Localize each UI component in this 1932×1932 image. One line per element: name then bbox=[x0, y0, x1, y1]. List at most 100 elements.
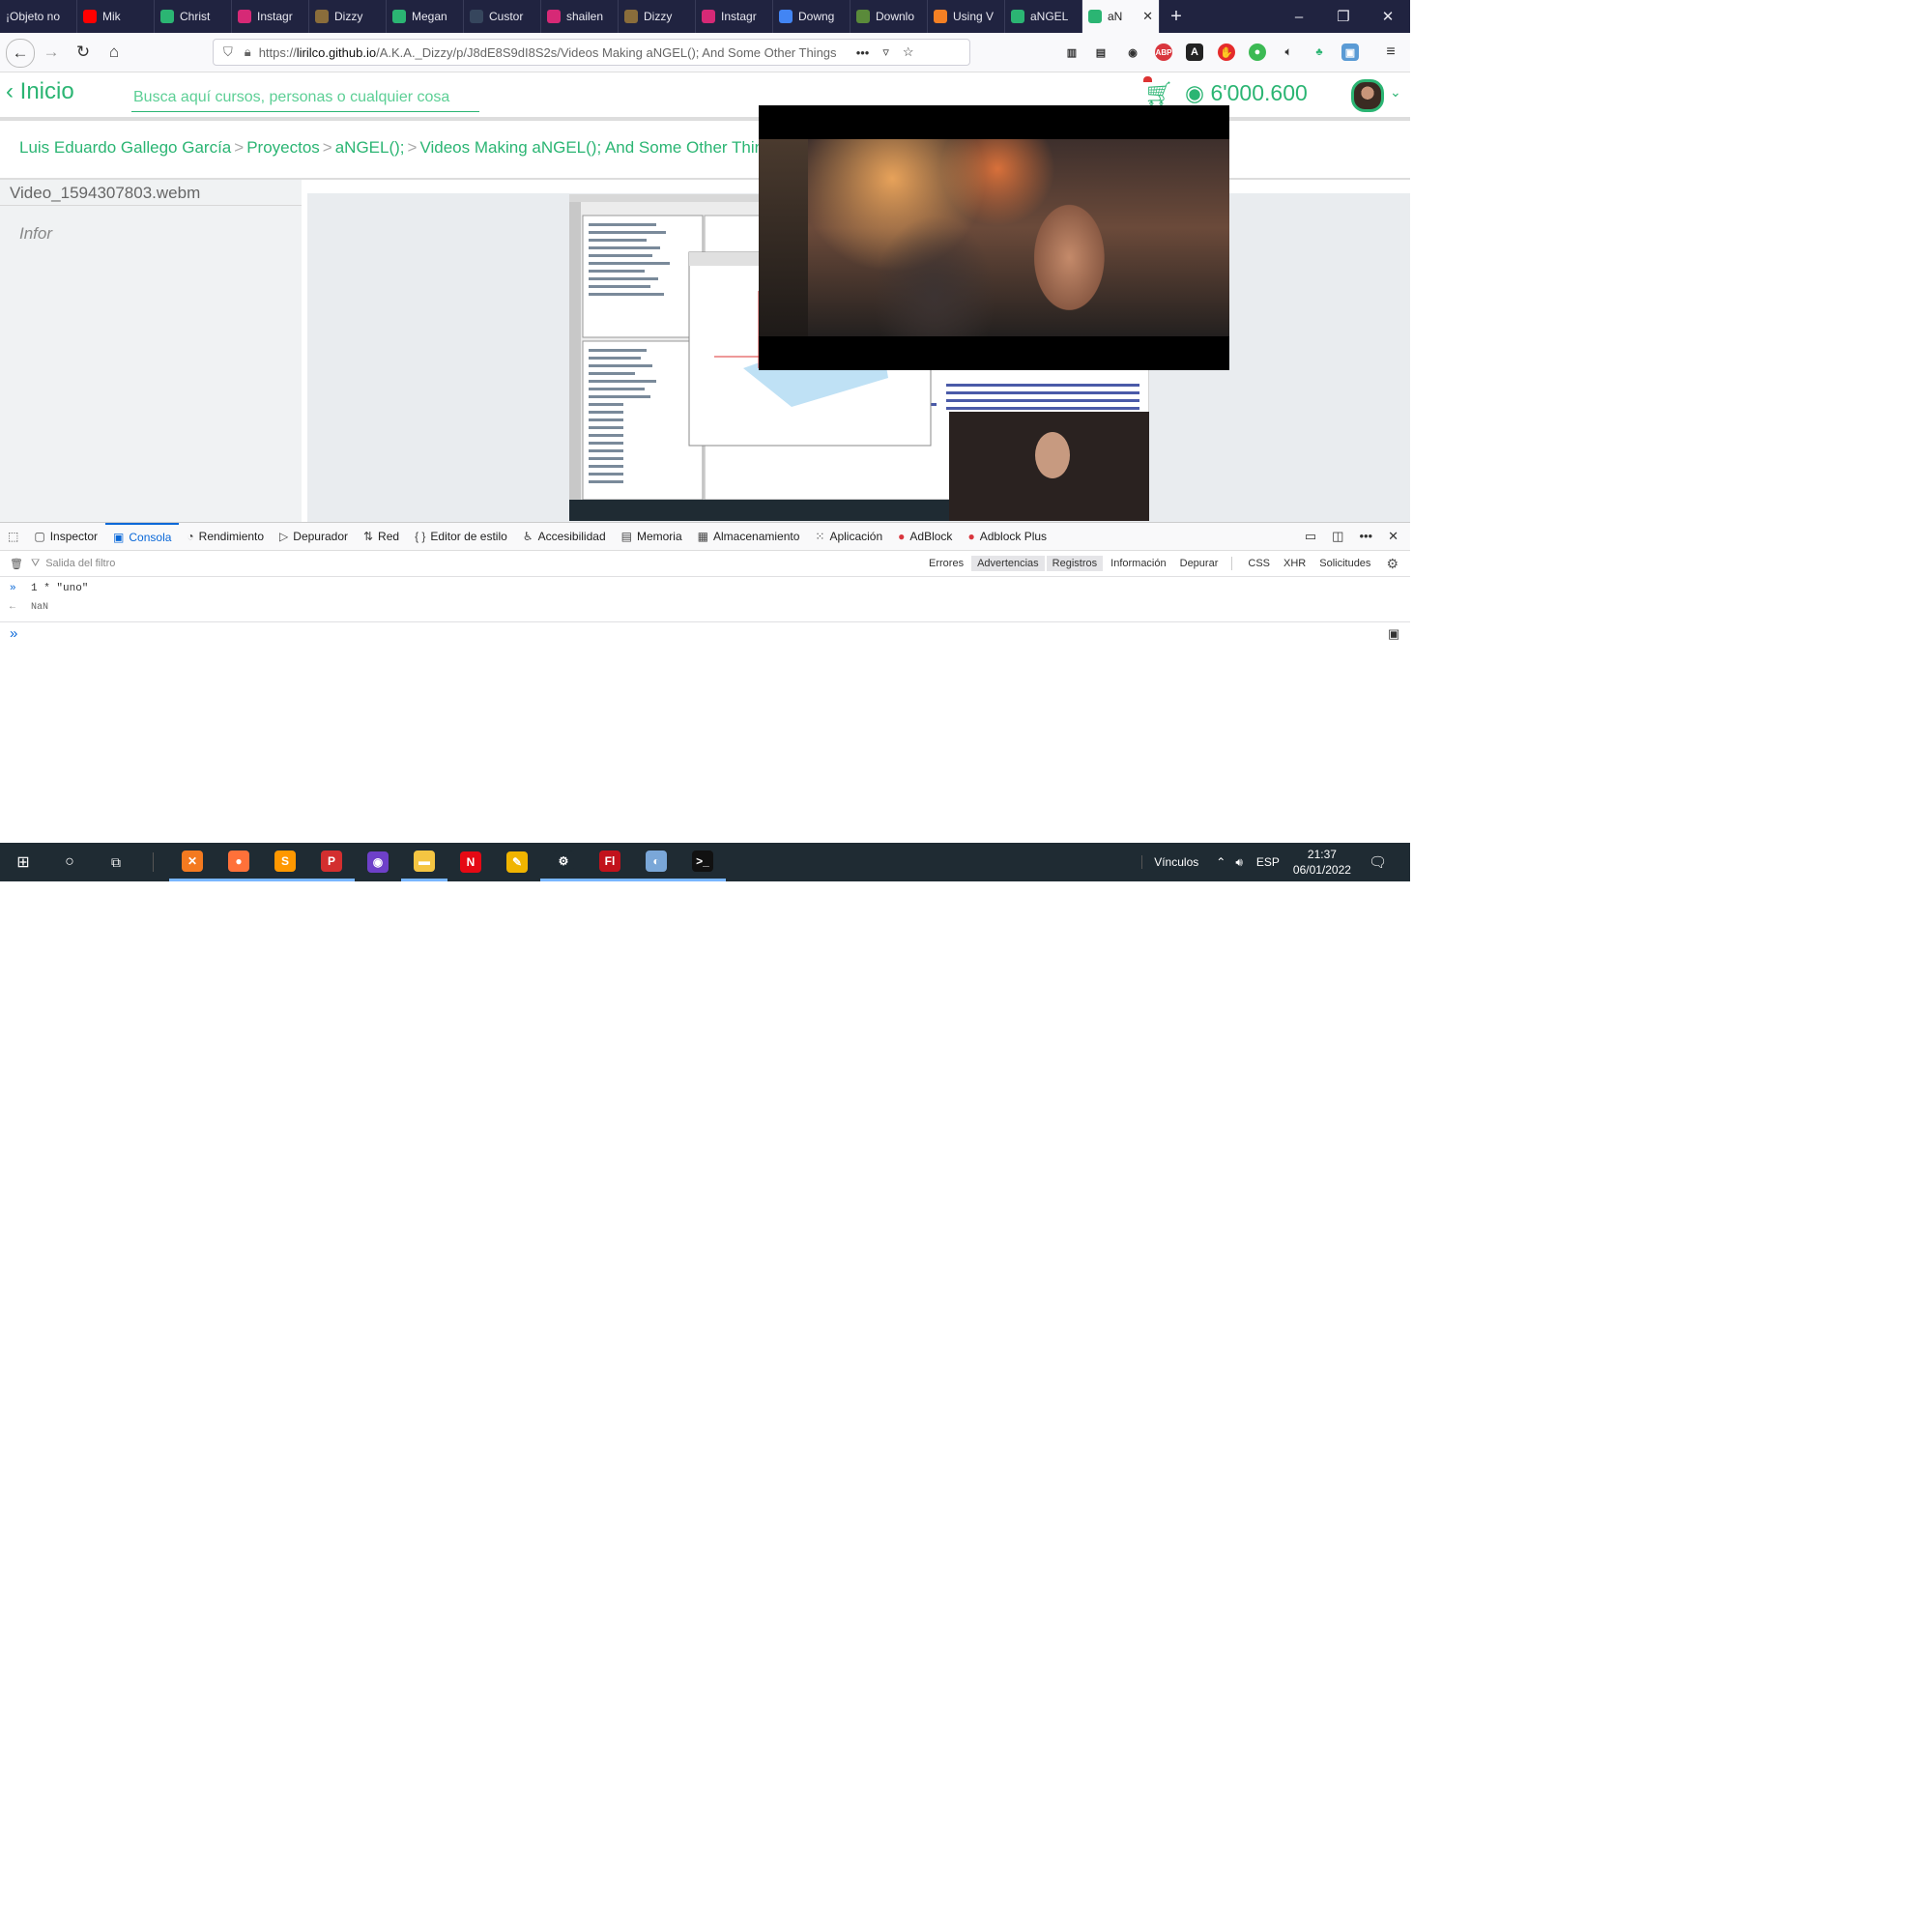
windows-start-icon[interactable]: ⊞ bbox=[0, 843, 46, 881]
avatar[interactable] bbox=[1351, 79, 1384, 112]
browser-tab[interactable]: Dizzy bbox=[619, 0, 696, 33]
close-tab-icon[interactable]: ✕ bbox=[1142, 9, 1153, 24]
account-icon[interactable]: ◉ bbox=[1124, 43, 1141, 61]
xampp-icon[interactable]: ✕ bbox=[169, 843, 216, 881]
browser-tab[interactable]: Custor bbox=[464, 0, 541, 33]
element-picker-icon[interactable]: ⬚ bbox=[0, 523, 26, 550]
browser-tab[interactable]: aNGEL bbox=[1005, 0, 1082, 33]
firefox-icon[interactable]: ● bbox=[216, 843, 262, 881]
language-indicator[interactable]: ESP bbox=[1256, 855, 1280, 869]
github-icon[interactable]: ◉ bbox=[355, 843, 401, 881]
devtools-tab-depurador[interactable]: ▷ Depurador bbox=[272, 523, 356, 550]
filter-solicitudes[interactable]: Solicitudes bbox=[1313, 556, 1376, 571]
filter-xhr[interactable]: XHR bbox=[1278, 556, 1312, 571]
sublime-icon[interactable]: S bbox=[262, 843, 308, 881]
browser-tab[interactable]: Mik bbox=[77, 0, 155, 33]
pencil-icon[interactable]: ✎ bbox=[494, 843, 540, 881]
console-filter-input[interactable] bbox=[43, 557, 338, 570]
settings-gear-icon[interactable]: ⚙ bbox=[1386, 556, 1399, 572]
picture-in-picture-video[interactable] bbox=[759, 105, 1229, 370]
devtools-tab-red[interactable]: ⇅ Red bbox=[356, 523, 407, 550]
text-extension-icon[interactable]: A bbox=[1186, 43, 1203, 61]
url-bar[interactable]: ⛉ 🔒︎ https://lirilco.github.io/A.K.A._Di… bbox=[213, 39, 970, 66]
sidebar-icon[interactable]: ▤ bbox=[1092, 43, 1110, 61]
chevron-up-icon[interactable]: ⌃ bbox=[1216, 855, 1226, 869]
browser-tab[interactable]: Instagr bbox=[232, 0, 309, 33]
split-console-icon[interactable]: ◫ bbox=[1332, 529, 1343, 544]
links-toolbar[interactable]: Vínculos bbox=[1141, 855, 1198, 869]
volume-icon[interactable]: 🔊︎ bbox=[1235, 855, 1243, 870]
restore-button[interactable]: ❐ bbox=[1321, 0, 1366, 33]
close-devtools-icon[interactable]: ✕ bbox=[1388, 529, 1399, 544]
devtools-tab-accesibilidad[interactable]: ♿︎ Accesibilidad bbox=[515, 523, 614, 550]
adblock-extension-icon[interactable]: ✋ bbox=[1218, 43, 1235, 61]
back-arrow-icon[interactable]: ← bbox=[6, 39, 35, 68]
filter-información[interactable]: Información bbox=[1105, 556, 1171, 571]
filter-errores[interactable]: Errores bbox=[923, 556, 969, 571]
new-tab-button[interactable]: + bbox=[1160, 0, 1193, 33]
devtools-tab-consola[interactable]: ▣ Consola bbox=[105, 523, 180, 550]
cart-icon[interactable]: 🛒︎ bbox=[1144, 80, 1173, 108]
close-window-button[interactable]: ✕ bbox=[1366, 0, 1410, 33]
clock[interactable]: 21:37 06/01/2022 bbox=[1293, 847, 1351, 878]
task-view-icon[interactable]: ⧉ bbox=[93, 843, 139, 881]
site-search-input[interactable] bbox=[131, 84, 479, 112]
devtools-tab-aplicación[interactable]: ⁙ Aplicación bbox=[807, 523, 890, 550]
minimize-button[interactable]: – bbox=[1277, 0, 1321, 33]
browser-tab[interactable]: ¡Objeto no bbox=[0, 0, 77, 33]
browser-tab[interactable]: Instagr bbox=[696, 0, 773, 33]
devtools-tab-editor-de-estilo[interactable]: { } Editor de estilo bbox=[407, 523, 515, 550]
browser-tab[interactable]: Downlo bbox=[851, 0, 928, 33]
devtools-tab-almacenamiento[interactable]: ▦ Almacenamiento bbox=[690, 523, 808, 550]
filter-depurar[interactable]: Depurar bbox=[1174, 556, 1225, 571]
lock-icon[interactable]: 🔒︎ bbox=[245, 44, 251, 60]
browser-tab[interactable]: aN ✕ bbox=[1082, 0, 1160, 33]
console-input[interactable]: » ▣ bbox=[0, 621, 1410, 644]
filter-registros[interactable]: Registros bbox=[1046, 556, 1104, 571]
browser-tab[interactable]: shailen bbox=[541, 0, 619, 33]
home-icon[interactable]: ⌂ bbox=[101, 39, 128, 66]
back-home-link[interactable]: ‹ Inicio bbox=[6, 78, 74, 105]
devtools-tab-adblock-plus[interactable]: ● Adblock Plus bbox=[960, 523, 1054, 550]
page-actions-more-icon[interactable]: ••• bbox=[856, 45, 870, 60]
netflix-icon[interactable]: N bbox=[447, 843, 494, 881]
notifications-icon[interactable]: 🗨︎ bbox=[1369, 853, 1387, 871]
pocket-icon[interactable]: ▿ bbox=[882, 44, 889, 60]
folder-icon[interactable]: ▬ bbox=[401, 843, 447, 881]
bookmark-star-icon[interactable]: ☆ bbox=[903, 44, 914, 60]
paint-icon[interactable]: ◐ bbox=[633, 843, 679, 881]
breadcrumb-link[interactable]: Luis Eduardo Gallego García bbox=[19, 138, 231, 157]
browser-tab[interactable]: Using V bbox=[928, 0, 1005, 33]
flash-icon[interactable]: Fl bbox=[587, 843, 633, 881]
devtools-tab-adblock[interactable]: ● AdBlock bbox=[890, 523, 960, 550]
speaker-icon[interactable]: 🔈︎ bbox=[1280, 43, 1297, 61]
breadcrumb-link[interactable]: Proyectos bbox=[246, 138, 320, 157]
browser-tab[interactable]: Downg bbox=[773, 0, 851, 33]
trash-icon[interactable]: 🗑︎ bbox=[10, 558, 23, 570]
hamburger-menu-icon[interactable]: ≡ bbox=[1382, 43, 1399, 61]
terminal-icon[interactable]: >_ bbox=[679, 843, 726, 881]
url-text[interactable]: https://lirilco.github.io/A.K.A._Dizzy/p… bbox=[259, 45, 849, 60]
browser-tab[interactable]: Megan bbox=[387, 0, 464, 33]
popcorn-icon[interactable]: P bbox=[308, 843, 355, 881]
forward-arrow-icon[interactable]: → bbox=[38, 39, 65, 66]
filter-css[interactable]: CSS bbox=[1242, 556, 1276, 571]
devtools-tab-inspector[interactable]: ▢ Inspector bbox=[26, 523, 105, 550]
filter-advertencias[interactable]: Advertencias bbox=[971, 556, 1045, 571]
more-options-icon[interactable]: ••• bbox=[1359, 529, 1372, 544]
browser-tab[interactable]: Christ bbox=[155, 0, 232, 33]
screenshot-extension-icon[interactable]: ▣ bbox=[1341, 43, 1359, 61]
library-icon[interactable]: ▥ bbox=[1063, 43, 1081, 61]
breadcrumb-link[interactable]: aNGEL(); bbox=[335, 138, 405, 157]
dock-icon[interactable]: ▭ bbox=[1305, 529, 1316, 544]
settings-icon[interactable]: ⚙ bbox=[540, 843, 587, 881]
breadcrumb-link[interactable]: Videos Making aNGEL(); And Some Other Th… bbox=[419, 138, 781, 157]
shield-icon[interactable]: ⛉ bbox=[223, 44, 233, 60]
devtools-tab-memoria[interactable]: ▤ Memoria bbox=[614, 523, 690, 550]
browser-tab[interactable]: Dizzy bbox=[309, 0, 387, 33]
green-extension-icon[interactable]: ● bbox=[1249, 43, 1266, 61]
reload-icon[interactable]: ↻ bbox=[70, 39, 97, 66]
chevron-down-icon[interactable]: ⌄ bbox=[1390, 84, 1401, 101]
leaf-extension-icon[interactable]: ♣ bbox=[1311, 43, 1328, 61]
abp-extension-icon[interactable]: ABP bbox=[1155, 43, 1172, 61]
